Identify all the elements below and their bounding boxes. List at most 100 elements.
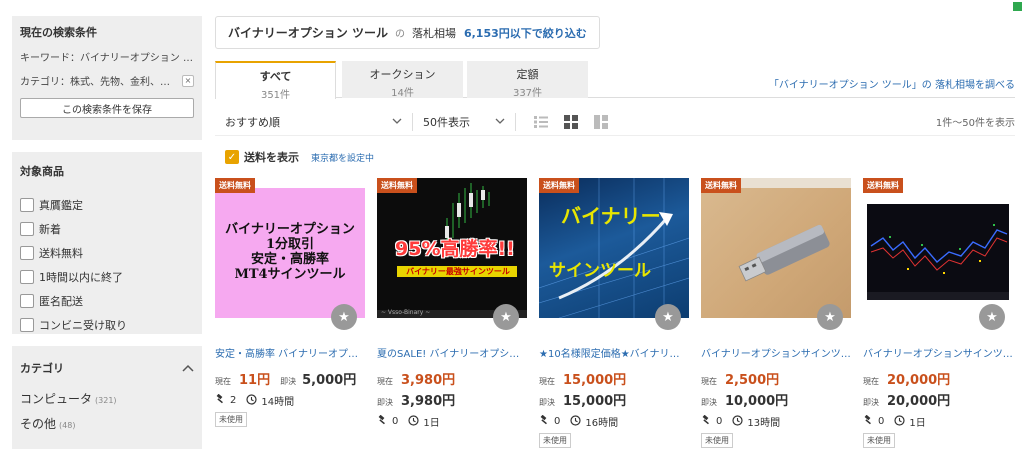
grid-view-icon[interactable] bbox=[564, 114, 578, 129]
price-line: 現在 15,000円 bbox=[539, 369, 689, 388]
category-item-other[interactable]: その他 (48) bbox=[20, 415, 194, 432]
product-title[interactable]: バイナリーオプションサインツ… bbox=[863, 345, 1013, 360]
checkbox[interactable] bbox=[20, 294, 34, 308]
filter-authenticity[interactable]: 真贋鑑定 bbox=[20, 193, 194, 217]
large-view-icon[interactable] bbox=[594, 114, 608, 129]
category-item-computer[interactable]: コンピュータ (321) bbox=[20, 390, 194, 407]
time-left: 1日 bbox=[909, 418, 926, 429]
checkbox[interactable] bbox=[20, 222, 34, 236]
product-thumbnail[interactable]: 送料無料 バイナリー サインツール bbox=[539, 178, 689, 318]
thumbnail-brand: ~ Vsso-Binary ~ bbox=[381, 309, 431, 316]
set-region-link[interactable]: 東京都を設定中 bbox=[311, 151, 374, 164]
buynow-price: 20,000円 bbox=[887, 394, 951, 409]
thumbnail-headline: バイナリー bbox=[561, 204, 661, 228]
tab-all[interactable]: すべて 351件 bbox=[215, 61, 336, 101]
clock-icon bbox=[570, 414, 581, 429]
apps-grid-icon[interactable] bbox=[1013, 2, 1022, 11]
save-search-button[interactable]: この検索条件を保存 bbox=[20, 98, 194, 118]
chevron-up-icon[interactable] bbox=[182, 361, 194, 375]
product-title[interactable]: 夏のSALE! バイナリーオプショ… bbox=[377, 345, 527, 360]
star-icon[interactable]: ★ bbox=[655, 304, 681, 330]
filter-ending-soon[interactable]: 1時間以内に終了 bbox=[20, 265, 194, 289]
tab-auction[interactable]: オークション 14件 bbox=[342, 61, 463, 99]
product-card[interactable]: 送料無料 ★ バイナリーオプションサインツ… 現在 20,000円 即決 20,… bbox=[863, 178, 1013, 448]
product-thumbnail[interactable]: 送料無料 bbox=[863, 178, 1013, 318]
category-header[interactable]: カテゴリ bbox=[20, 360, 194, 376]
market-price-lookup-link[interactable]: 「バイナリーオプション ツール」の 落札相場を調べる bbox=[769, 76, 1015, 91]
condition-tag: 未使用 bbox=[863, 433, 895, 448]
filter-free-shipping[interactable]: 送料無料 bbox=[20, 241, 194, 265]
tab-fixed-price[interactable]: 定額 337件 bbox=[467, 61, 588, 99]
buynow-price: 5,000円 bbox=[302, 373, 357, 388]
condition-tag: 未使用 bbox=[539, 433, 571, 448]
thumbnail-subtitle: バイナリー最強サインツール bbox=[406, 267, 510, 276]
main-content: バイナリーオプション ツール の 落札相場 6,153円以下で絞り込む すべて … bbox=[215, 16, 1015, 448]
product-thumbnail[interactable]: 送料無料 bbox=[701, 178, 851, 318]
listing-tabs: すべて 351件 オークション 14件 定額 337件 「バイナリーオプション … bbox=[215, 61, 1015, 101]
product-meta: 0 1日 bbox=[863, 414, 1013, 429]
current-price: 3,980円 bbox=[401, 373, 456, 388]
list-view-icon[interactable] bbox=[534, 115, 548, 129]
free-shipping-badge: 送料無料 bbox=[863, 178, 903, 193]
show-shipping-label[interactable]: 送料を表示 bbox=[244, 149, 299, 165]
product-thumbnail[interactable]: 送料無料 バイナリーオプション 1分取引 安定・高勝率 MT4サインツール bbox=[215, 178, 365, 318]
free-shipping-badge: 送料無料 bbox=[539, 178, 579, 193]
narrow-price-link[interactable]: 6,153円以下で絞り込む bbox=[464, 25, 587, 41]
star-icon[interactable]: ★ bbox=[817, 304, 843, 330]
price-line: 現在 20,000円 bbox=[863, 369, 1013, 388]
gavel-icon bbox=[539, 414, 550, 429]
shipping-toggle-row: ✓ 送料を表示 東京都を設定中 bbox=[225, 149, 374, 165]
search-query-box: バイナリーオプション ツール の 落札相場 6,153円以下で絞り込む bbox=[215, 16, 600, 49]
product-thumbnail[interactable]: 送料無料 95%高勝率!! バイナリー最強サインツール ~ Vsso-Binar bbox=[377, 178, 527, 318]
filters-title: 対象商品 bbox=[20, 165, 64, 178]
product-title[interactable]: ★10名様限定価格★バイナリー… bbox=[539, 345, 689, 360]
product-card[interactable]: 送料無料 95%高勝率!! バイナリー最強サインツール ~ Vsso-Binar bbox=[377, 178, 527, 429]
buynow-price: 10,000円 bbox=[725, 394, 789, 409]
sort-select[interactable]: おすすめ順 bbox=[215, 114, 402, 130]
checkbox[interactable] bbox=[20, 318, 34, 332]
product-meta: 2 14時間 bbox=[215, 393, 365, 408]
divider bbox=[515, 112, 516, 131]
clock-icon bbox=[732, 414, 743, 429]
time-left: 13時間 bbox=[747, 418, 781, 429]
bid-count: 2 bbox=[230, 395, 237, 406]
query-keyword: バイナリーオプション ツール bbox=[228, 26, 388, 40]
product-meta: 0 16時間 bbox=[539, 414, 689, 429]
checkbox[interactable] bbox=[20, 198, 34, 212]
star-icon[interactable]: ★ bbox=[979, 304, 1005, 330]
current-price: 11円 bbox=[239, 373, 271, 388]
filter-anonymous-shipping[interactable]: 匿名配送 bbox=[20, 289, 194, 313]
current-conditions-panel: 現在の検索条件 キーワード：バイナリーオプション … カテゴリ：株式、先物、金利… bbox=[12, 16, 202, 140]
buynow-line: 即決 15,000円 bbox=[539, 390, 689, 409]
time-left: 16時間 bbox=[585, 418, 619, 429]
usb-drive-image bbox=[738, 224, 830, 282]
product-card[interactable]: 送料無料 バイナリーオプション 1分取引 安定・高勝率 MT4サインツール ★ … bbox=[215, 178, 365, 427]
target-products-panel: 対象商品 真贋鑑定 新着 送料無料 1時間以内に終了 匿名配送 コンビニ受け取り bbox=[12, 152, 202, 334]
time-left: 1日 bbox=[423, 418, 440, 429]
clock-icon bbox=[246, 393, 257, 408]
condition-tag: 未使用 bbox=[701, 433, 733, 448]
clear-category-icon[interactable]: × bbox=[182, 74, 194, 87]
filter-new[interactable]: 新着 bbox=[20, 217, 194, 241]
star-icon[interactable]: ★ bbox=[331, 304, 357, 330]
product-card[interactable]: 送料無料 ★ バイナリーオプションサインツ… 現在 2,500円 即決 10,0… bbox=[701, 178, 851, 448]
product-meta: 0 1日 bbox=[377, 414, 527, 429]
checkbox[interactable] bbox=[20, 246, 34, 260]
thumbnail-headline: 95%高勝率!! bbox=[395, 238, 515, 260]
show-shipping-checkbox[interactable]: ✓ bbox=[225, 150, 239, 164]
gavel-icon bbox=[215, 393, 226, 408]
product-card[interactable]: 送料無料 バイナリー サインツール ★ ★10名様限定価格★バイナリー… 現在 bbox=[539, 178, 689, 448]
time-left: 14時間 bbox=[261, 397, 295, 408]
filter-convenience-pickup[interactable]: コンビニ受け取り bbox=[20, 313, 194, 337]
product-title[interactable]: バイナリーオプションサインツ… bbox=[701, 345, 851, 360]
condition-tag: 未使用 bbox=[215, 412, 247, 427]
thumbnail-subtitle: サインツール bbox=[549, 261, 651, 281]
per-page-select[interactable]: 50件表示 bbox=[423, 114, 505, 130]
checkbox[interactable] bbox=[20, 270, 34, 284]
current-price: 2,500円 bbox=[725, 373, 780, 388]
chevron-down-icon bbox=[495, 116, 505, 127]
bid-count: 0 bbox=[392, 416, 399, 427]
price-line: 現在 2,500円 bbox=[701, 369, 851, 388]
product-title[interactable]: 安定・高勝率 バイナリーオプ… bbox=[215, 345, 365, 360]
star-icon[interactable]: ★ bbox=[493, 304, 519, 330]
